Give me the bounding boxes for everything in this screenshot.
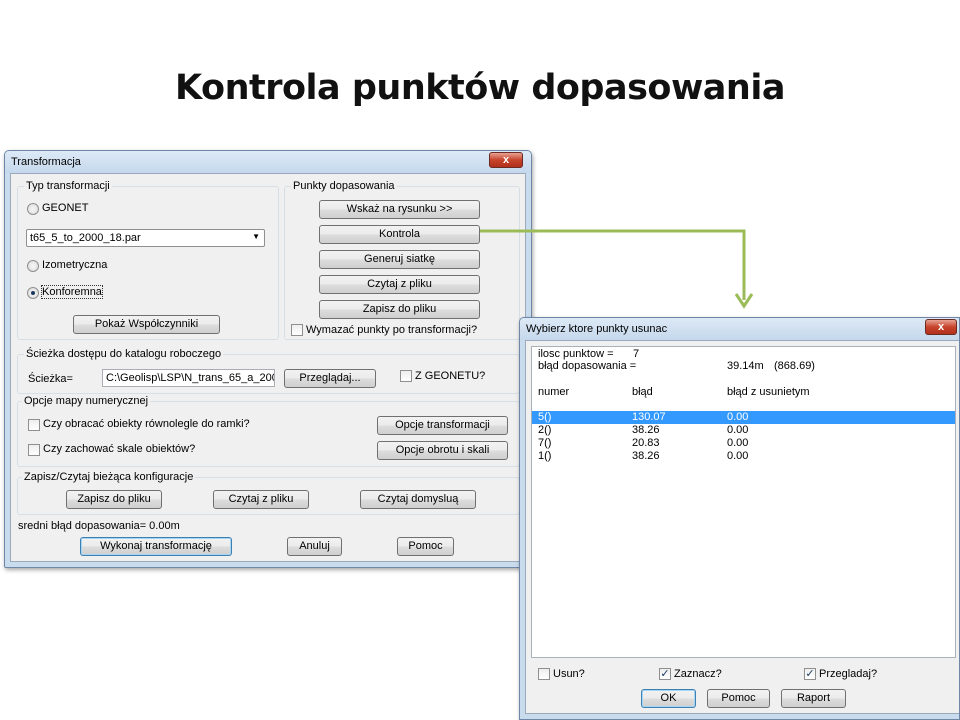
list-item[interactable]: 2() 38.26 0.00 — [532, 424, 955, 437]
column-header-blad-usun: błąd z usunietym — [727, 386, 810, 398]
wybierz-client: ilosc punktow = 7 błąd dopasowania = 39.… — [525, 340, 959, 714]
przegladaj-label[interactable]: Przegladaj? — [819, 668, 877, 680]
zaznacz-label[interactable]: Zaznacz? — [674, 668, 722, 680]
ilosc-punktow-value: 7 — [633, 348, 640, 360]
row-blad: 20.83 — [632, 437, 660, 449]
raport-button[interactable]: Raport — [781, 689, 846, 708]
row-blad: 38.26 — [632, 450, 660, 462]
row-blad: 38.26 — [632, 424, 660, 436]
row-blad-usun: 0.00 — [727, 450, 749, 462]
window-title: Wybierz ktore punkty usunac — [526, 323, 668, 335]
row-numer: 7() — [538, 437, 552, 449]
zaznacz-checkbox[interactable]: ✓ — [659, 668, 671, 680]
blad-dopasowania-label: błąd dopasowania = — [538, 360, 637, 372]
row-blad-usun: 0.00 — [727, 411, 749, 423]
row-blad-usun: 0.00 — [727, 437, 749, 449]
wybierz-titlebar[interactable]: Wybierz ktore punkty usunac x — [520, 318, 959, 340]
ok-button[interactable]: OK — [641, 689, 696, 708]
usun-label[interactable]: Usun? — [553, 668, 585, 680]
column-header-blad: błąd — [632, 386, 653, 398]
ilosc-punktow-label: ilosc punktow = — [538, 348, 614, 360]
list-item[interactable]: 5() 130.07 0.00 — [532, 411, 955, 424]
blad-dopasowania-value: 39.14m — [727, 360, 764, 372]
list-item[interactable]: 1() 38.26 0.00 — [532, 450, 955, 463]
connector-line — [480, 229, 746, 300]
usun-checkbox[interactable] — [538, 668, 550, 680]
wybierz-window: Wybierz ktore punkty usunac x ilosc punk… — [519, 317, 960, 720]
row-numer: 2() — [538, 424, 552, 436]
list-item[interactable]: 7() 20.83 0.00 — [532, 437, 955, 450]
row-blad: 130.07 — [632, 411, 666, 423]
blad-dopasowania-extra: (868.69) — [774, 360, 815, 372]
pomoc-button[interactable]: Pomoc — [707, 689, 770, 708]
row-numer: 5() — [538, 411, 552, 423]
row-numer: 1() — [538, 450, 552, 462]
points-listbox[interactable]: ilosc punktow = 7 błąd dopasowania = 39.… — [531, 346, 956, 658]
close-button[interactable]: x — [925, 319, 957, 335]
row-blad-usun: 0.00 — [727, 424, 749, 436]
column-header-numer: numer — [538, 386, 570, 398]
przegladaj-checkbox[interactable]: ✓ — [804, 668, 816, 680]
